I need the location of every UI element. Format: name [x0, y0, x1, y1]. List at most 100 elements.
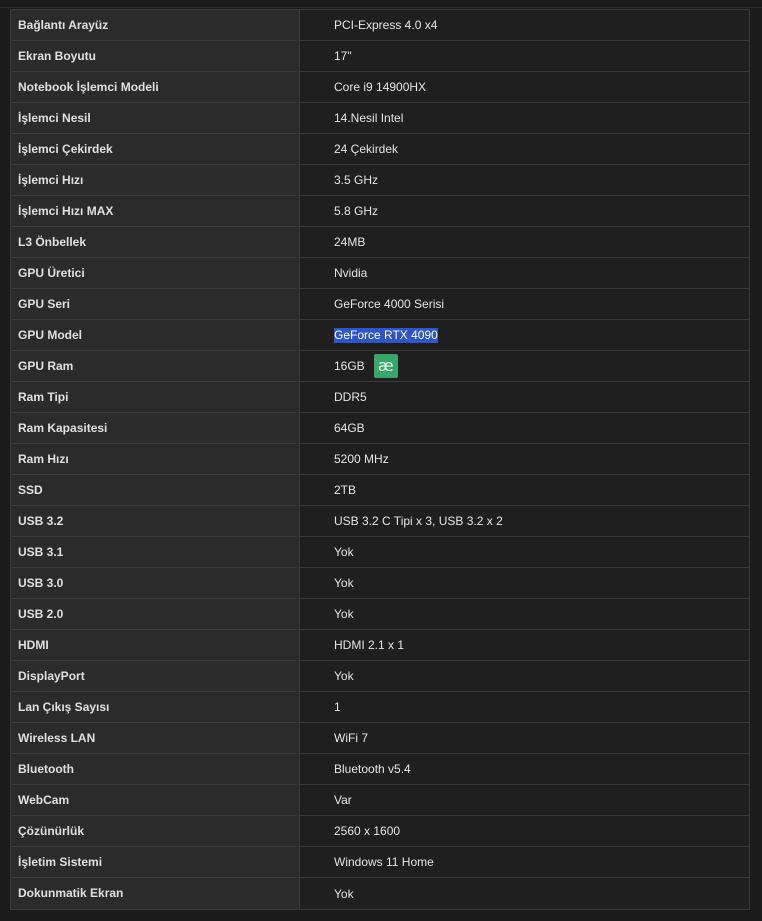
spec-value-cell: Nvidia [300, 258, 749, 288]
spec-value-cell: WiFi 7 [300, 723, 749, 753]
spec-value-cell: Yok [300, 537, 749, 567]
spec-row-wireless-lan: Wireless LAN WiFi 7 [11, 723, 749, 754]
spec-value: Var [334, 793, 352, 807]
spec-value: Yok [334, 886, 354, 901]
spec-row-baglanti-arayuz: Bağlantı Arayüz PCI-Express 4.0 x4 [11, 10, 749, 41]
spec-label: Ekran Boyutu [11, 41, 300, 71]
spec-value-cell: DDR5 [300, 382, 749, 412]
spec-value-cell: Yok [300, 661, 749, 691]
spec-row-ekran-boyutu: Ekran Boyutu 17" [11, 41, 749, 72]
spec-value: 17" [334, 49, 352, 63]
spec-row-l3-onbellek: L3 Önbellek 24MB [11, 227, 749, 258]
spec-value: Nvidia [334, 266, 368, 280]
spec-value: Core i9 14900HX [334, 80, 427, 94]
spec-value: 3.5 GHz [334, 173, 379, 187]
spec-value: PCI-Express 4.0 x4 [334, 18, 438, 32]
spec-value: Yok [334, 576, 354, 590]
spec-value-cell: Var [300, 785, 749, 815]
spec-value: 24 Çekirdek [334, 142, 399, 156]
spec-value: 64GB [334, 421, 365, 435]
spec-value-cell: 24MB [300, 227, 749, 257]
spec-label: Ram Kapasitesi [11, 413, 300, 443]
spec-row-gpu-model: GPU Model GeForce RTX 4090 [11, 320, 749, 351]
spec-label: İşletim Sistemi [11, 847, 300, 877]
spec-value-cell: Yok [300, 878, 749, 909]
spec-value: Windows 11 Home [334, 855, 434, 869]
spec-label: USB 3.2 [11, 506, 300, 536]
spec-row-usb-3-0: USB 3.0 Yok [11, 568, 749, 599]
spec-label: Wireless LAN [11, 723, 300, 753]
spec-value: 2560 x 1600 [334, 824, 401, 838]
spec-value-cell: 14.Nesil Intel [300, 103, 749, 133]
spec-value-cell: GeForce 4000 Serisi [300, 289, 749, 319]
spec-value: 14.Nesil Intel [334, 111, 404, 125]
spec-value-cell: Yok [300, 568, 749, 598]
translate-extension-icon[interactable]: æ [373, 354, 398, 378]
spec-row-lan-cikis: Lan Çıkış Sayısı 1 [11, 692, 749, 723]
spec-row-cozunurluk: Çözünürlük 2560 x 1600 [11, 816, 749, 847]
spec-value: 24MB [334, 235, 366, 249]
spec-value-cell: 17" [300, 41, 749, 71]
spec-label: USB 3.1 [11, 537, 300, 567]
spec-label: Ram Tipi [11, 382, 300, 412]
spec-value-cell: 2TB [300, 475, 749, 505]
spec-label: Dokunmatik Ekran [11, 878, 300, 909]
spec-label: İşlemci Hızı MAX [11, 196, 300, 226]
spec-label: DisplayPort [11, 661, 300, 691]
spec-row-ram-tipi: Ram Tipi DDR5 [11, 382, 749, 413]
spec-label: SSD [11, 475, 300, 505]
spec-label: USB 2.0 [11, 599, 300, 629]
spec-value-cell: 16GB æ [300, 351, 749, 381]
spec-value-cell: 2560 x 1600 [300, 816, 749, 846]
spec-value: DDR5 [334, 390, 367, 404]
spec-row-bluetooth: Bluetooth Bluetooth v5.4 [11, 754, 749, 785]
spec-value: Yok [334, 545, 354, 559]
spec-value: Yok [334, 607, 354, 621]
spec-value-cell: Windows 11 Home [300, 847, 749, 877]
spec-label: Çözünürlük [11, 816, 300, 846]
spec-label: L3 Önbellek [11, 227, 300, 257]
spec-label: WebCam [11, 785, 300, 815]
spec-row-islemci-cekirdek: İşlemci Çekirdek 24 Çekirdek [11, 134, 749, 165]
spec-value-cell: 5200 MHz [300, 444, 749, 474]
spec-row-webcam: WebCam Var [11, 785, 749, 816]
spec-table: Bağlantı Arayüz PCI-Express 4.0 x4 Ekran… [10, 9, 750, 910]
spec-value-cell: HDMI 2.1 x 1 [300, 630, 749, 660]
spec-label: GPU Üretici [11, 258, 300, 288]
spec-value-cell: USB 3.2 C Tipi x 3, USB 3.2 x 2 [300, 506, 749, 536]
spec-label: İşlemci Çekirdek [11, 134, 300, 164]
spec-label: Lan Çıkış Sayısı [11, 692, 300, 722]
spec-label: GPU Model [11, 320, 300, 350]
spec-row-ssd: SSD 2TB [11, 475, 749, 506]
spec-row-islemci-modeli: Notebook İşlemci Modeli Core i9 14900HX [11, 72, 749, 103]
spec-row-dokunmatik-ekran: Dokunmatik Ekran Yok [11, 878, 749, 909]
spec-value: 5200 MHz [334, 452, 389, 466]
spec-row-usb-2-0: USB 2.0 Yok [11, 599, 749, 630]
spec-value: HDMI 2.1 x 1 [334, 638, 405, 652]
spec-value: 1 [334, 700, 341, 714]
spec-value: 16GB [334, 359, 365, 373]
spec-row-gpu-uretici: GPU Üretici Nvidia [11, 258, 749, 289]
spec-value: Bluetooth v5.4 [334, 762, 411, 776]
spec-label: GPU Ram [11, 351, 300, 381]
spec-value-cell: Core i9 14900HX [300, 72, 749, 102]
spec-value-cell: 5.8 GHz [300, 196, 749, 226]
spec-value-cell: PCI-Express 4.0 x4 [300, 10, 749, 40]
spec-row-islemci-hizi-max: İşlemci Hızı MAX 5.8 GHz [11, 196, 749, 227]
spec-label: GPU Seri [11, 289, 300, 319]
spec-row-usb-3-1: USB 3.1 Yok [11, 537, 749, 568]
spec-value-cell: 1 [300, 692, 749, 722]
spec-value: GeForce 4000 Serisi [334, 297, 445, 311]
spec-row-islemci-hizi: İşlemci Hızı 3.5 GHz [11, 165, 749, 196]
spec-label: İşlemci Nesil [11, 103, 300, 133]
top-edge [0, 0, 762, 8]
spec-label: USB 3.0 [11, 568, 300, 598]
spec-label: HDMI [11, 630, 300, 660]
spec-row-ram-kapasitesi: Ram Kapasitesi 64GB [11, 413, 749, 444]
spec-row-ram-hizi: Ram Hızı 5200 MHz [11, 444, 749, 475]
spec-value: 2TB [334, 483, 357, 497]
spec-label: Bağlantı Arayüz [11, 10, 300, 40]
spec-value-cell: Bluetooth v5.4 [300, 754, 749, 784]
spec-value: Yok [334, 669, 354, 683]
selected-text-highlight[interactable]: GeForce RTX 4090 [334, 327, 438, 343]
